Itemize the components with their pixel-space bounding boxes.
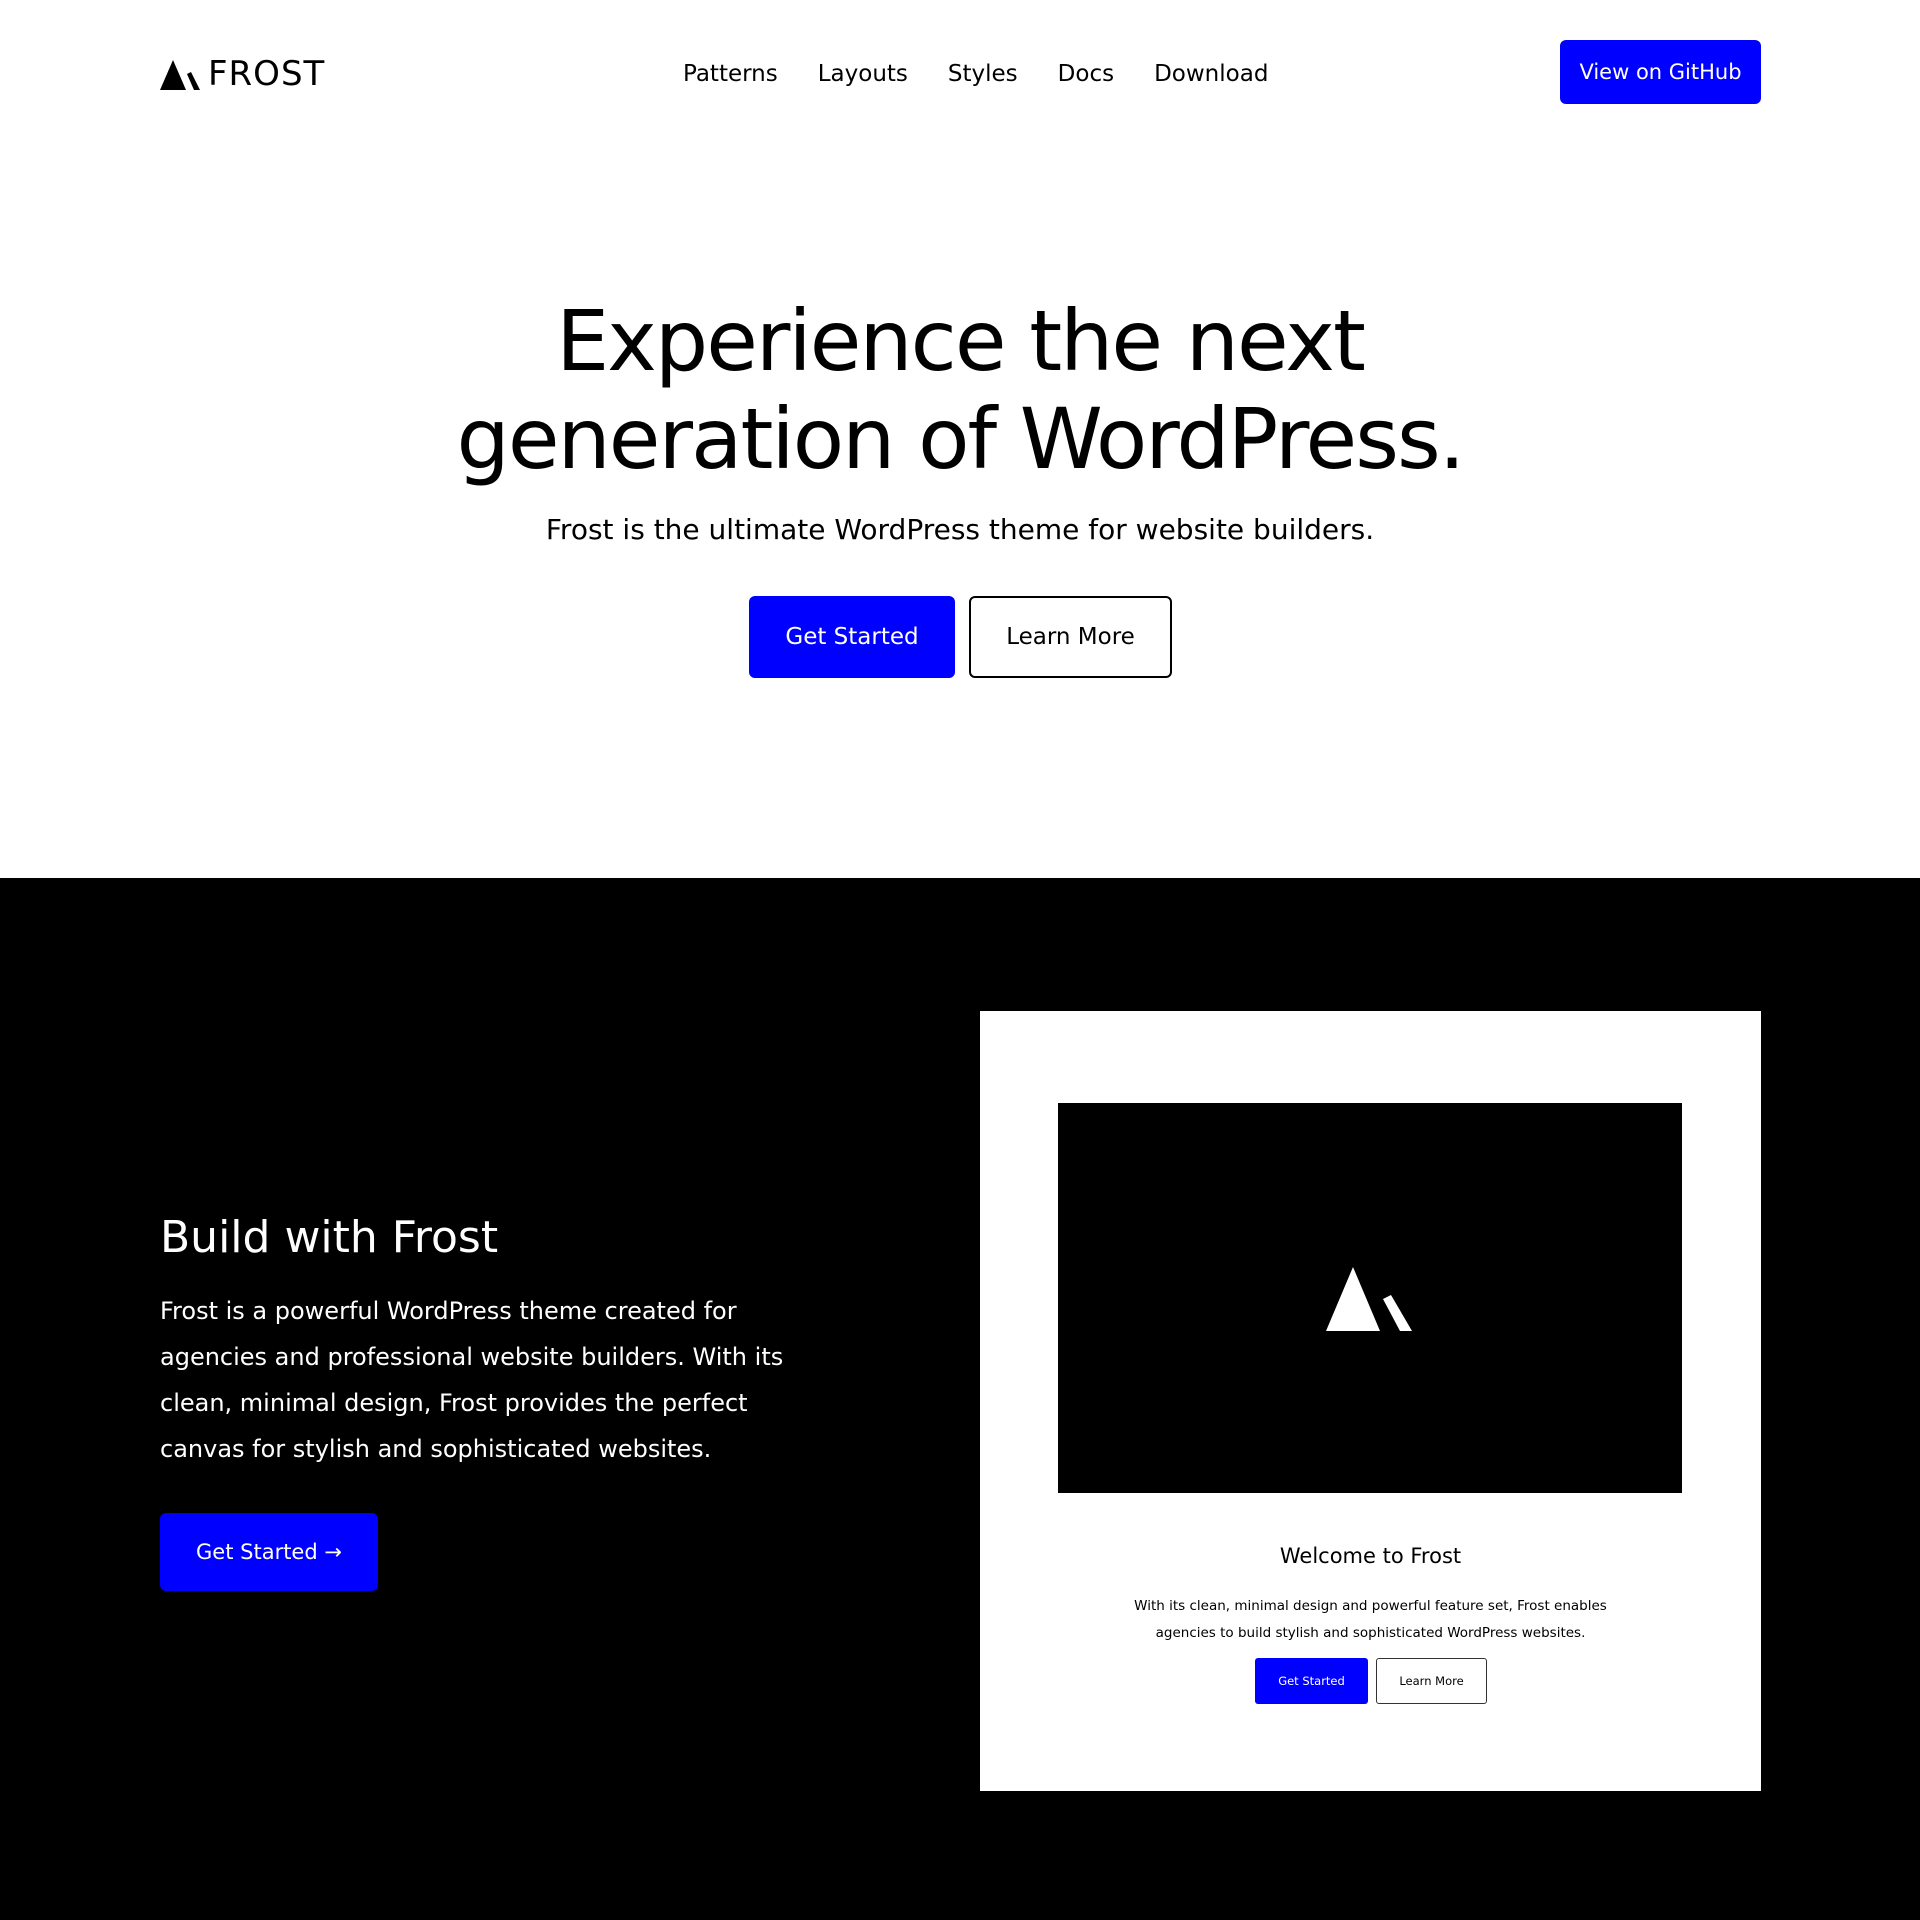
- learn-more-button[interactable]: Learn More: [969, 596, 1172, 678]
- preview-title: Welcome to Frost: [1279, 1544, 1462, 1568]
- preview-get-started-button[interactable]: Get Started: [1255, 1658, 1368, 1704]
- preview-card: Welcome to Frost With its clean, minimal…: [980, 1011, 1761, 1791]
- hero-title: Experience the next generation of WordPr…: [0, 292, 1920, 488]
- view-on-github-button[interactable]: View on GitHub: [1560, 40, 1761, 104]
- nav-item-docs[interactable]: Docs: [1058, 52, 1114, 96]
- logo-text: FROST: [208, 54, 326, 94]
- get-started-button[interactable]: Get Started: [749, 596, 955, 678]
- main-nav: Patterns Layouts Styles Docs Download: [683, 52, 1268, 96]
- build-description: Frost is a powerful WordPress theme crea…: [160, 1297, 784, 1463]
- build-title: Build with Frost: [160, 1212, 499, 1263]
- nav-item-layouts[interactable]: Layouts: [818, 52, 908, 96]
- site-logo[interactable]: FROST: [160, 54, 325, 94]
- hero-title-line-2: generation of WordPress.: [456, 390, 1466, 488]
- preview-buttons: Get Started Learn More: [1255, 1658, 1487, 1704]
- hero-title-line-1: Experience the next: [556, 292, 1366, 390]
- nav-item-styles[interactable]: Styles: [948, 52, 1018, 96]
- preview-text: With its clean, minimal design and power…: [1134, 1598, 1607, 1641]
- preview-learn-more-button[interactable]: Learn More: [1376, 1658, 1487, 1704]
- build-get-started-button[interactable]: Get Started →: [160, 1513, 378, 1591]
- frost-mountain-icon: [160, 60, 200, 90]
- hero-buttons: Get Started Learn More: [749, 596, 1172, 678]
- hero-subtitle: Frost is the ultimate WordPress theme fo…: [545, 513, 1375, 546]
- nav-item-download[interactable]: Download: [1154, 52, 1268, 96]
- preview-image: [1058, 1103, 1682, 1493]
- frost-mountain-icon: [1326, 1267, 1412, 1331]
- nav-item-patterns[interactable]: Patterns: [683, 52, 778, 96]
- build-section: Build with Frost Frost is a powerful Wor…: [0, 878, 1920, 1920]
- site-header: FROST Patterns Layouts Styles Docs Downl…: [0, 0, 1920, 146]
